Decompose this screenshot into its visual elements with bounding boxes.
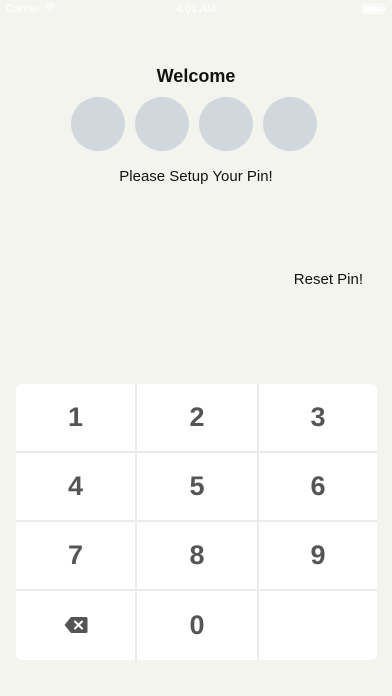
reset-pin-button[interactable]: Reset Pin! — [294, 271, 363, 288]
key-4[interactable]: 4 — [16, 453, 135, 520]
key-7[interactable]: 7 — [16, 522, 135, 589]
setup-instruction: Please Setup Your Pin! — [119, 168, 273, 185]
backspace-button[interactable] — [16, 591, 135, 660]
key-1[interactable]: 1 — [16, 384, 135, 451]
key-0[interactable]: 0 — [137, 591, 257, 660]
status-time: 4:01 AM — [175, 3, 217, 15]
key-9[interactable]: 9 — [259, 522, 377, 589]
key-6[interactable]: 6 — [259, 453, 377, 520]
key-2[interactable]: 2 — [137, 384, 257, 451]
battery-icon — [362, 4, 386, 14]
pin-setup-screen: Carrier 4:01 AM Welcome Please Setup You… — [0, 0, 392, 696]
pin-dot — [135, 97, 189, 151]
key-8[interactable]: 8 — [137, 522, 257, 589]
number-keypad: 1 2 3 4 5 6 7 8 9 0 — [16, 384, 377, 660]
empty-key — [259, 591, 377, 660]
pin-dot — [199, 97, 253, 151]
key-3[interactable]: 3 — [259, 384, 377, 451]
pin-dot — [71, 97, 125, 151]
backspace-icon — [64, 610, 88, 641]
page-title: Welcome — [156, 66, 236, 86]
pin-dot — [263, 97, 317, 151]
key-5[interactable]: 5 — [137, 453, 257, 520]
status-bar: Carrier 4:01 AM — [0, 0, 392, 22]
pin-indicator — [71, 97, 317, 151]
